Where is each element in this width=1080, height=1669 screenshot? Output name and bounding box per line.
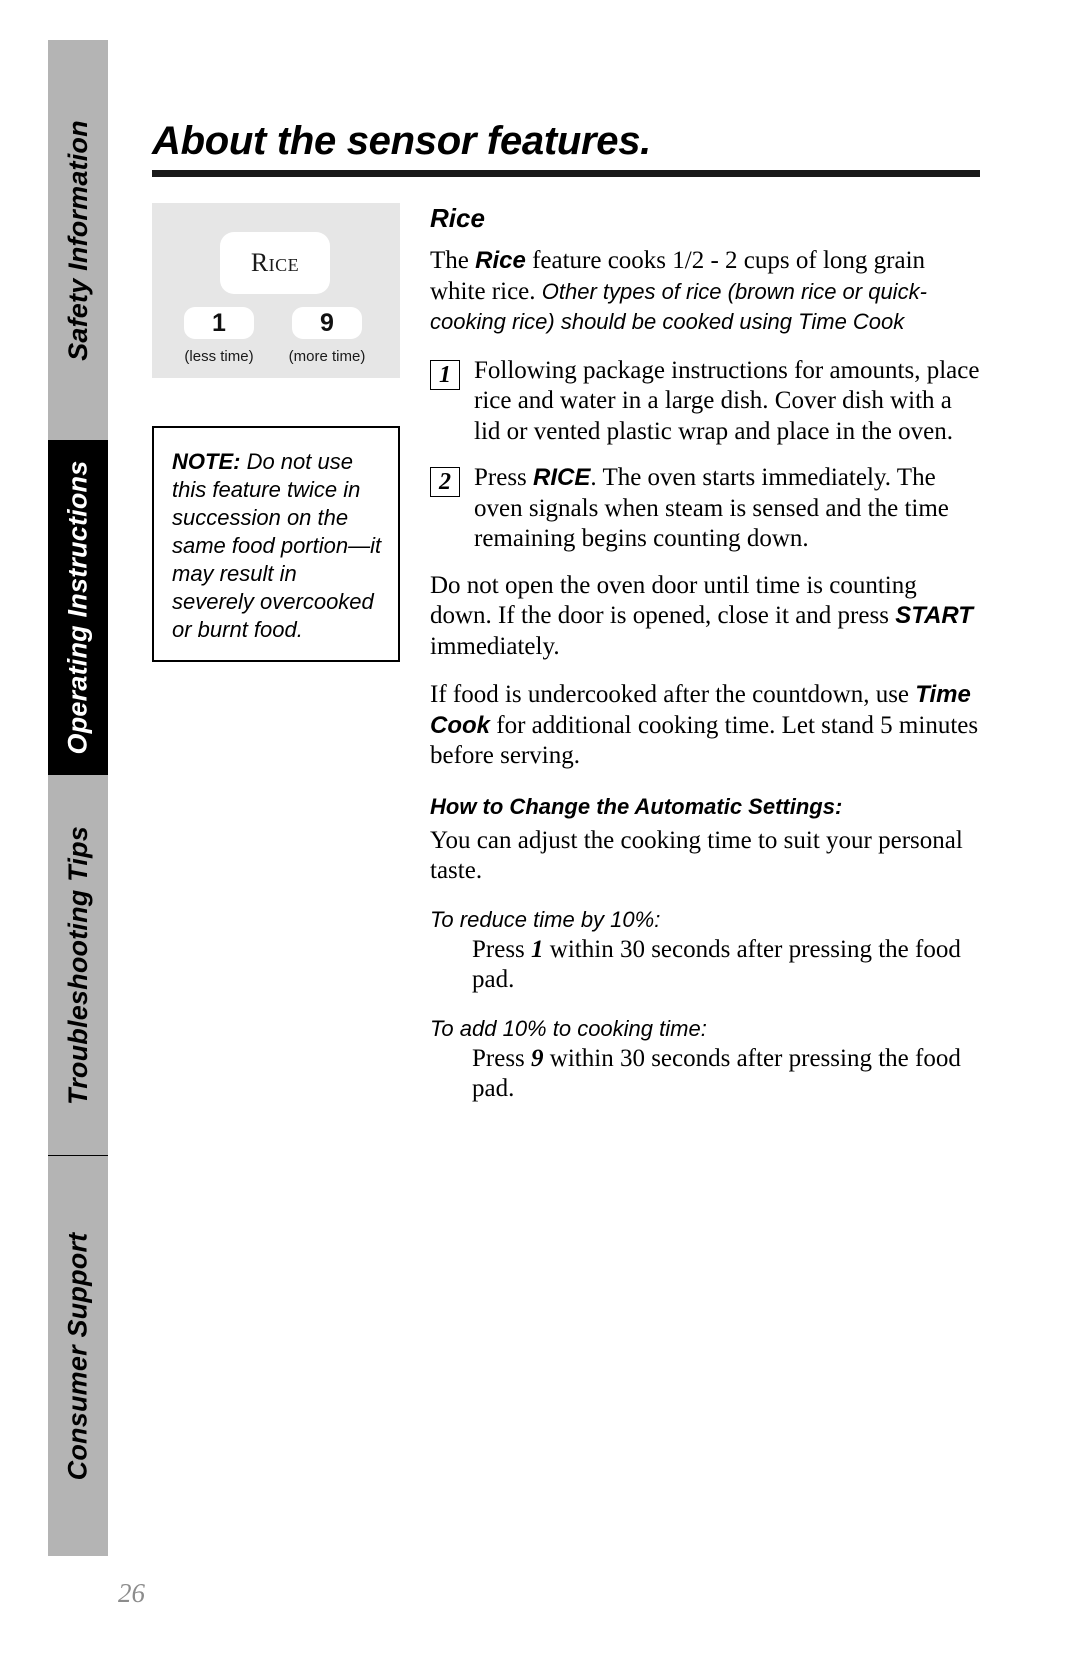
subheading-reduce-time: To reduce time by 10%: (430, 906, 661, 932)
intro-text-a: The (430, 247, 476, 274)
step2-emphasis-rice: RICE (533, 464, 591, 491)
main-content: About the sensor features. Rice 1 9 (les… (152, 120, 980, 1111)
step-number: 2 (439, 469, 451, 495)
note-box: NOTE: Do not use this feature twice in s… (152, 426, 400, 662)
settings-intro-paragraph: You can adjust the cooking time to suit … (430, 826, 963, 885)
subheading-change-automatic-settings: How to Change the Automatic Settings: (430, 793, 843, 819)
rice-key-button[interactable]: Rice (220, 232, 330, 294)
intro-emphasis-rice: Rice (475, 247, 526, 274)
right-column: Rice The Rice feature cooks 1/2 - 2 cups… (430, 203, 980, 1111)
page-title: About the sensor features. (152, 119, 651, 163)
reduce-text-b: within 30 seconds after pressing the foo… (472, 935, 961, 994)
do-not-open-paragraph: Do not open the oven door until time is … (430, 571, 980, 663)
under-text-b: for additional cooking time. Let stand 5… (430, 711, 979, 770)
door-emphasis-start: START (895, 602, 973, 629)
step-number: 1 (439, 361, 451, 388)
add-text-a: Press (472, 1044, 532, 1072)
page-number: 26 (118, 1578, 145, 1608)
section-heading-rice: Rice (430, 203, 485, 233)
step-item: 2 Press RICE. The oven starts immediatel… (430, 463, 980, 555)
control-panel-illustration: Rice 1 9 (less time) (more time) (152, 203, 400, 378)
sidebar-tab-operating-instructions[interactable]: Operating Instructions (48, 440, 108, 775)
step2-text-a: Press (474, 464, 534, 491)
undercooked-paragraph: If food is undercooked after the countdo… (430, 680, 980, 772)
step-number-box: 2 (430, 467, 460, 497)
manual-page: Safety Information Operating Instruction… (0, 0, 1080, 1669)
reduce-time-instruction: Press 1 within 30 seconds after pressing… (430, 935, 980, 996)
number-key-9[interactable]: 9 (292, 307, 362, 339)
number-key-1[interactable]: 1 (184, 307, 254, 339)
add-time-instruction: Press 9 within 30 seconds after pressing… (430, 1044, 980, 1105)
subheading-add-time: To add 10% to cooking time: (430, 1015, 707, 1041)
number-key-1-label: 1 (212, 308, 226, 337)
title-rule (152, 170, 980, 177)
sidebar-tabs: Safety Information Operating Instruction… (48, 40, 108, 1556)
less-time-caption: (less time) (184, 348, 254, 365)
under-text-a: If food is undercooked after the countdo… (430, 681, 916, 708)
door-text-b: immediately. (430, 632, 560, 660)
note-label: NOTE: (172, 449, 241, 474)
more-time-caption: (more time) (288, 348, 366, 365)
sidebar-tab-consumer-support[interactable]: Consumer Support (48, 1156, 108, 1556)
add-text-b: within 30 seconds after pressing the foo… (472, 1044, 961, 1103)
sidebar-tab-label: Troubleshooting Tips (62, 825, 93, 1105)
sidebar-tab-troubleshooting-tips[interactable]: Troubleshooting Tips (48, 775, 108, 1155)
sidebar-tab-safety-information[interactable]: Safety Information (48, 40, 108, 440)
rice-key-label: Rice (250, 248, 300, 277)
step-text: Following package instructions for amoun… (474, 356, 980, 445)
step-number-box: 1 (430, 359, 460, 390)
two-column-layout: Rice 1 9 (less time) (more time) NOTE: D… (152, 203, 980, 1111)
reduce-text-a: Press (472, 935, 532, 963)
rice-intro-paragraph: The Rice feature cooks 1/2 - 2 cups of l… (430, 246, 980, 338)
step-item: 1 Following package instructions for amo… (430, 356, 980, 448)
number-key-9-label: 9 (320, 308, 334, 337)
sidebar-tab-label: Operating Instructions (62, 460, 93, 755)
left-column: Rice 1 9 (less time) (more time) NOTE: D… (152, 203, 400, 662)
sidebar-tab-label: Consumer Support (62, 1232, 93, 1480)
add-emphasis-9: 9 (531, 1044, 544, 1072)
note-text: Do not use this feature twice in success… (172, 449, 382, 642)
door-text-a: Do not open the oven door until time is … (430, 571, 917, 630)
sidebar-tab-label: Safety Information (62, 119, 93, 361)
reduce-emphasis-1: 1 (531, 935, 544, 963)
step-text: Press RICE. The oven starts immediately.… (474, 463, 980, 555)
